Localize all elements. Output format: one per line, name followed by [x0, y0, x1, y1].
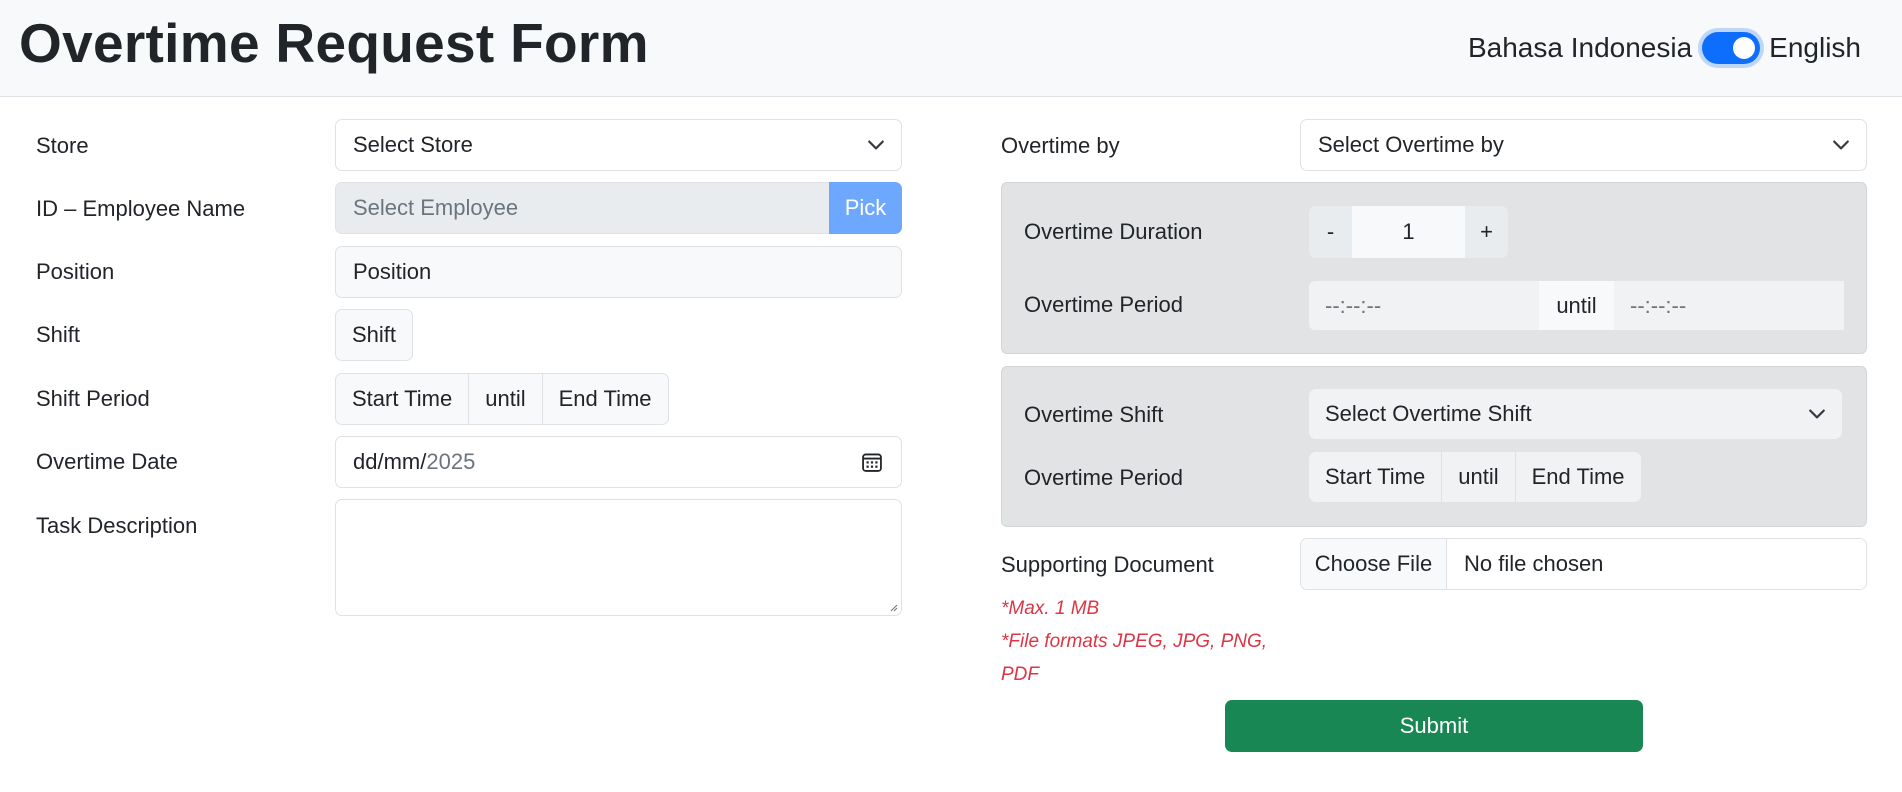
submit-button[interactable]: Submit [1225, 700, 1643, 752]
note-formats-line2: PDF [1001, 664, 1039, 685]
shift-start-time: Start Time [335, 373, 470, 425]
toggle-knob [1733, 37, 1756, 59]
employee-field: Select Employee Pick [335, 182, 902, 234]
shift-period-group: Start Time until End Time [335, 373, 669, 425]
overtime-by-label: Overtime by [1001, 133, 1120, 158]
time-from-input[interactable]: --:--:-- [1309, 281, 1539, 330]
lang-label-indonesian: Bahasa Indonesia [1467, 32, 1693, 63]
date-format: dd/mm/ [353, 449, 427, 474]
file-status: No file chosen [1447, 539, 1866, 589]
shift-field: Shift [335, 309, 414, 361]
decrement-button[interactable]: - [1309, 206, 1352, 258]
overtime-date-input[interactable]: dd/mm/2025 [335, 436, 902, 488]
employee-label: ID – Employee Name [36, 196, 246, 221]
time-to-input[interactable]: --:--:-- [1614, 281, 1844, 330]
shift-until: until [469, 373, 543, 425]
overtime-duration-label: Overtime Duration [1024, 219, 1203, 244]
note-max-size: *Max. 1 MB [1001, 598, 1100, 619]
shift-label: Shift [36, 322, 81, 347]
overtime-shift-value: Select Overtime Shift [1325, 401, 1532, 426]
lang-label-english: English [1769, 32, 1861, 63]
pick-button[interactable]: Pick [829, 182, 902, 234]
language-switch: Bahasa Indonesia English [1468, 28, 1861, 68]
ot-shift-end-time: End Time [1514, 452, 1641, 502]
task-description-label: Task Description [36, 513, 198, 538]
employee-input[interactable]: Select Employee [335, 182, 829, 234]
overtime-by-select[interactable]: Select Overtime by [1300, 119, 1867, 171]
overtime-shift-period-label: Overtime Period [1024, 465, 1183, 490]
chevron-down-icon [1809, 409, 1825, 419]
overtime-period-time-group: --:--:-- until --:--:-- [1309, 281, 1844, 330]
supporting-document-label: Supporting Document [1001, 552, 1214, 577]
overtime-shift-label: Overtime Shift [1024, 402, 1164, 427]
chevron-down-icon [1833, 140, 1849, 150]
store-select[interactable]: Select Store [335, 119, 902, 171]
period-until: until [1539, 281, 1614, 330]
overtime-period-label: Overtime Period [1024, 292, 1183, 317]
shift-end-time: End Time [542, 373, 669, 425]
store-select-value: Select Store [353, 132, 473, 157]
overtime-by-value: Select Overtime by [1318, 132, 1504, 157]
duration-stepper: - 1 + [1309, 206, 1508, 258]
position-field[interactable]: Position [335, 246, 902, 298]
note-formats-line1: *File formats JPEG, JPG, PNG, [1001, 631, 1268, 652]
chevron-down-icon [868, 140, 884, 150]
employee-placeholder: Select Employee [353, 195, 519, 220]
date-year: 2025 [426, 449, 476, 474]
overtime-date-label: Overtime Date [36, 449, 178, 474]
shift-value: Shift [335, 309, 414, 361]
language-toggle[interactable] [1702, 32, 1761, 64]
store-label: Store [36, 133, 89, 158]
page-header: Overtime Request Form Bahasa Indonesia E… [0, 0, 1902, 97]
choose-file-button[interactable]: Choose File [1301, 539, 1447, 589]
resize-handle-icon[interactable] [888, 602, 898, 612]
file-input[interactable]: Choose File No file chosen [1300, 538, 1867, 590]
page-title: Overtime Request Form [19, 12, 649, 74]
shift-period-label: Shift Period [36, 386, 150, 411]
ot-shift-start-time: Start Time [1309, 452, 1442, 502]
overtime-shift-select[interactable]: Select Overtime Shift [1309, 389, 1842, 439]
duration-value[interactable]: 1 [1352, 206, 1465, 258]
overtime-shift-period-group: Start Time until End Time [1309, 452, 1641, 502]
position-label: Position [36, 259, 115, 284]
calendar-icon[interactable] [861, 451, 883, 473]
increment-button[interactable]: + [1465, 206, 1508, 258]
ot-shift-until: until [1441, 452, 1515, 502]
position-value: Position [353, 259, 432, 284]
task-description-textarea[interactable] [335, 499, 902, 616]
